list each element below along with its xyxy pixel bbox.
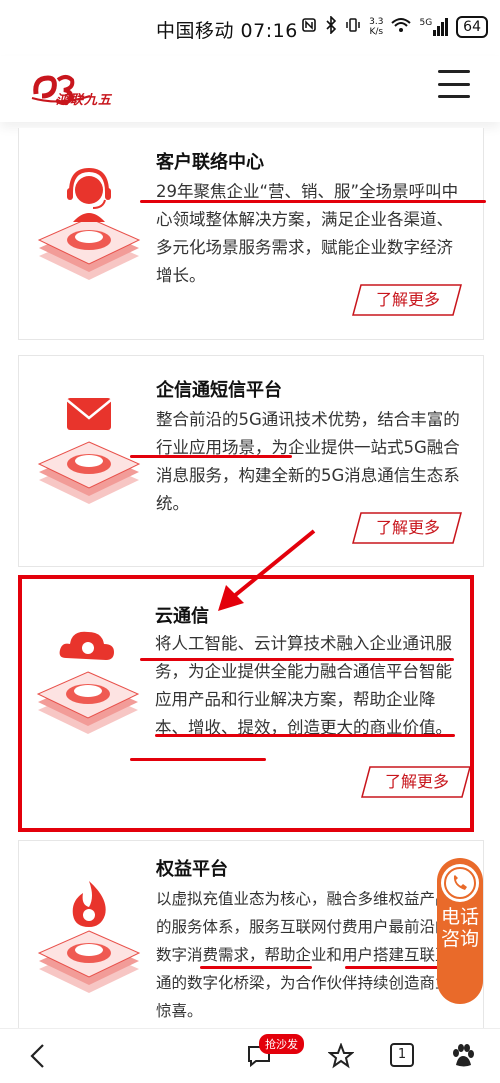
menu-bar-icon [438, 82, 470, 86]
baidu-paw-icon[interactable] [450, 1043, 476, 1073]
card-description: 以虚拟充值业态为核心，融合多维权益产品的服务体系，服务互联网付费用户最前沿的数字… [156, 890, 451, 1020]
back-icon[interactable] [28, 1043, 48, 1073]
signal-icon: 5G [419, 18, 449, 36]
envelope-icon [33, 388, 145, 518]
card-title: 权益平台 [156, 859, 228, 880]
annotation-underline [200, 966, 312, 969]
bluetooth-icon [325, 15, 337, 38]
vibrate-icon [345, 17, 361, 37]
learn-more-label: 了解更多 [375, 290, 440, 309]
annotation-underline [130, 455, 292, 458]
annotation-underline [140, 658, 454, 661]
net-speed: 3.3 K/s [369, 17, 384, 37]
tabs-button[interactable]: 1 [390, 1043, 414, 1067]
card-title: 客户联络中心 [156, 152, 264, 173]
nfc-icon [301, 17, 317, 37]
product-card-contact-center: 客户联络中心 29年聚焦企业“营、销、服”全场景呼叫中心领域整体解决方案，满足企… [18, 128, 484, 340]
product-card-equity-platform: 权益平台 以虚拟充值业态为核心，融合多维权益产品的服务体系，服务互联网付费用户最… [18, 840, 484, 1040]
card-title: 企信通短信平台 [156, 380, 282, 401]
phone-icon [441, 864, 479, 902]
star-icon[interactable] [327, 1042, 355, 1073]
battery-indicator: 64 [456, 16, 488, 38]
status-icons: 3.3 K/s 5G 64 [301, 15, 488, 38]
learn-more-button[interactable]: 了解更多 [351, 511, 465, 545]
phone-consult-button[interactable]: 电话咨询 [437, 858, 483, 1004]
status-bar: 中国移动 07:16 3.3 K/s 5G 64 [0, 0, 500, 56]
phone-consult-label: 电话咨询 [440, 906, 479, 950]
card-description: 整合前沿的5G通讯技术优势，结合丰富的行业应用场景，为企业提供一站式5G融合消息… [156, 410, 460, 513]
annotation-underline [130, 758, 266, 761]
site-header: 鸿联九五 [0, 56, 500, 122]
browser-bottom-bar: 1 [0, 1028, 500, 1083]
flame-icon [33, 877, 145, 1007]
brand-logo-text: 鸿联九五 [56, 93, 113, 108]
annotation-underline [345, 966, 443, 969]
carrier-time: 中国移动 07:16 [156, 20, 298, 42]
annotation-underline [140, 200, 486, 203]
headset-icon [33, 164, 145, 294]
annotation-underline [155, 734, 455, 737]
wifi-icon [391, 17, 412, 37]
hamburger-menu-button[interactable] [438, 70, 470, 98]
annotation-arrow [210, 525, 320, 615]
comment-badge: 抢沙发 [259, 1034, 304, 1054]
learn-more-label: 了解更多 [375, 518, 440, 537]
learn-more-button[interactable]: 了解更多 [351, 283, 465, 317]
signal-label: 5G [419, 18, 433, 28]
menu-bar-icon [438, 95, 470, 98]
card-description: 29年聚焦企业“营、销、服”全场景呼叫中心领域整体解决方案，满足企业各渠道、多元… [156, 182, 459, 285]
menu-bar-icon [438, 70, 470, 73]
